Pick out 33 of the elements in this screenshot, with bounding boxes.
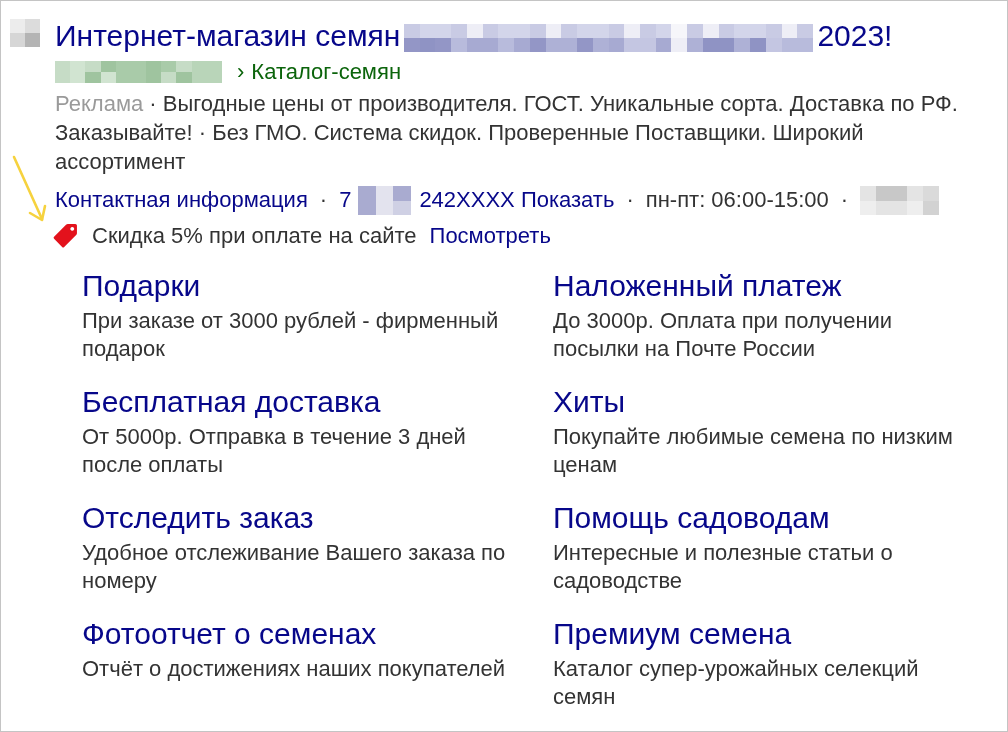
breadcrumb-link[interactable]: Каталог-семян [251,58,402,86]
promo-link[interactable]: Посмотреть [429,222,551,250]
contact-link[interactable]: 7 [339,186,352,214]
ad-description: Реклама · Выгодные цены от производителя. ГОСТ. Уникальные сорта. Доставка по РФ. Заказывайте! · Без ГМО. Система скидок. Проверенные Поставщики. Широкий ассортимент [55,90,959,176]
separator-dot: · [319,186,328,214]
separator-dot: · [840,186,849,214]
ad-title-link[interactable]: 2023! [817,19,893,53]
sitelink-title[interactable]: Премиум семена [553,617,792,651]
sitelink-title[interactable]: Хиты [553,385,626,419]
sitelink-description: Отчёт о достижениях наших покупателей [82,655,506,683]
sitelink-description: Удобное отслеживание Вашего заказа по номеру [82,539,507,595]
working-hours-text: пн-пт: 06:00-15:00 [645,186,829,214]
sitelink-description: До 3000р. Оплата при получении посылки на Почте России [553,307,894,363]
sitelink-title[interactable]: Фотоотчет о семенах [82,617,377,651]
ad-title-link[interactable]: Интернет-магазин семян [55,19,401,53]
sitelink-description: При заказе от 3000 рублей - фирменный подарок [82,307,500,363]
sitelink-description: Покупайте любимые семена по низким ценам [553,423,954,479]
sitelink-title[interactable]: Подарки [82,269,201,303]
promo-text: Скидка 5% при оплате на сайте [92,222,417,250]
contact-link[interactable]: 242XXXX Показать [419,186,615,214]
contact-link[interactable]: Контактная информация [55,186,308,214]
sitelink-title[interactable]: Наложенный платеж [553,269,842,303]
sitelink-description: Каталог супер-урожайных селекций семян [553,655,920,711]
breadcrumb-separator: › [237,58,245,86]
sitelink-title[interactable]: Бесплатная доставка [82,385,381,419]
sitelink-title[interactable]: Отследить заказ [82,501,314,535]
sitelink-title[interactable]: Помощь садоводам [553,501,830,535]
pixelated-block [358,185,412,215]
pixelated-icon [10,19,40,47]
price-tag-icon [52,223,79,249]
separator-dot: · [626,186,634,214]
sitelink-description: От 5000р. Отправка в течение 3 дней после оплаты [82,423,467,479]
sitelink-description: Интересные и полезные статьи о садоводстве [553,539,894,595]
